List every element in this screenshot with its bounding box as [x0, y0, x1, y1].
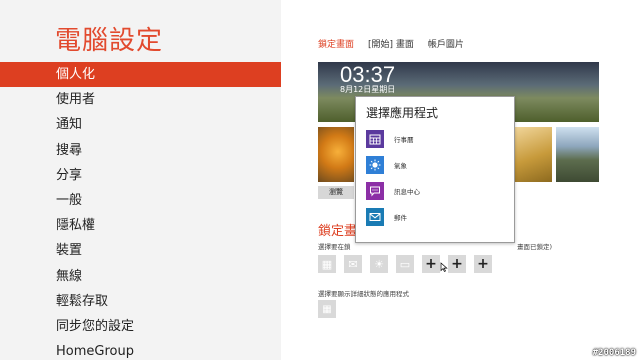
settings-sidebar: 電腦設定 個人化 使用者 通知 搜尋 分享 一般 隱私權 裝置 無線 輕鬆存取 … — [0, 0, 281, 360]
tab-account-picture[interactable]: 帳戶圖片 — [428, 37, 464, 50]
add-app-slot[interactable]: + — [422, 255, 440, 273]
lock-screen-date: 8月12日星期日 — [340, 85, 396, 94]
flyout-title: 選擇應用程式 — [366, 106, 439, 120]
calendar-icon: ▦ — [321, 257, 333, 271]
lock-app-slots: ▦ ✉ ☀ ▭ + + + — [318, 255, 492, 273]
tab-start-screen[interactable]: [開始] 畫面 — [368, 37, 414, 50]
calendar-slot[interactable]: ▦ — [318, 255, 336, 273]
weather-icon: ☀ — [374, 257, 384, 271]
detailed-status-app-slot[interactable]: ▦ — [318, 300, 336, 318]
flyout-item-calendar[interactable]: 行事曆 — [366, 128, 506, 150]
personalize-tabs: 鎖定畫面 [開始] 畫面 帳戶圖片 — [318, 37, 464, 50]
nav-item-notifications[interactable]: 通知 — [0, 112, 281, 137]
nav-item-ease-of-access[interactable]: 輕鬆存取 — [0, 289, 281, 314]
calendar-icon: ▦ — [322, 303, 332, 315]
tab-lock-screen[interactable]: 鎖定畫面 — [318, 37, 354, 50]
lock-screen-apps-heading: 鎖定畫 — [318, 224, 358, 239]
add-app-slot[interactable]: + — [448, 255, 466, 273]
pc-settings-window: 電腦設定 個人化 使用者 通知 搜尋 分享 一般 隱私權 裝置 無線 輕鬆存取 … — [0, 0, 640, 360]
flyout-item-label: 行事曆 — [394, 136, 414, 144]
choose-app-flyout: 選擇應用程式 行事曆 氣象 訊息中心 郵件 — [355, 96, 515, 243]
lock-screen-apps-description: 選擇要在鎖 — [318, 243, 351, 251]
plus-icon: + — [451, 256, 463, 272]
nav-item-users[interactable]: 使用者 — [0, 87, 281, 112]
mail-slot[interactable]: ✉ — [344, 255, 362, 273]
nav-item-wireless[interactable]: 無線 — [0, 264, 281, 289]
weather-icon — [366, 156, 384, 174]
nav-item-share[interactable]: 分享 — [0, 163, 281, 188]
watermark: #2006189 — [592, 348, 636, 358]
messaging-icon — [366, 182, 384, 200]
lock-screen-apps-description-tail: 畫面已鎖定) — [517, 243, 553, 251]
weather-slot[interactable]: ☀ — [370, 255, 388, 273]
nav-item-search[interactable]: 搜尋 — [0, 138, 281, 163]
background-thumbnail[interactable] — [318, 127, 354, 182]
flyout-item-label: 訊息中心 — [394, 188, 420, 196]
nav-item-sync-settings[interactable]: 同步您的設定 — [0, 314, 281, 339]
detailed-status-description: 選擇要顯示詳細狀態的應用程式 — [318, 290, 409, 298]
background-thumbnail[interactable] — [556, 127, 599, 182]
flyout-item-weather[interactable]: 氣象 — [366, 154, 506, 176]
plus-icon: + — [425, 256, 437, 272]
nav-item-privacy[interactable]: 隱私權 — [0, 213, 281, 238]
settings-nav: 個人化 使用者 通知 搜尋 分享 一般 隱私權 裝置 無線 輕鬆存取 同步您的設… — [0, 62, 281, 360]
flyout-item-label: 郵件 — [394, 214, 407, 222]
calendar-icon — [366, 130, 384, 148]
nav-item-devices[interactable]: 裝置 — [0, 238, 281, 263]
nav-item-homegroup[interactable]: HomeGroup — [0, 339, 281, 360]
mail-icon: ✉ — [348, 257, 358, 271]
messaging-slot[interactable]: ▭ — [396, 255, 414, 273]
mouse-cursor-icon — [440, 262, 448, 272]
background-thumbnail[interactable] — [514, 127, 552, 182]
flyout-item-label: 氣象 — [394, 162, 407, 170]
nav-item-personalize[interactable]: 個人化 — [0, 62, 281, 88]
messaging-icon: ▭ — [399, 257, 411, 271]
app-title: 電腦設定 — [55, 26, 164, 56]
add-app-slot[interactable]: + — [474, 255, 492, 273]
nav-item-general[interactable]: 一般 — [0, 188, 281, 213]
mail-icon — [366, 208, 384, 226]
flyout-item-messaging[interactable]: 訊息中心 — [366, 180, 506, 202]
plus-icon: + — [477, 256, 489, 272]
browse-button[interactable]: 瀏覽 — [318, 186, 354, 199]
flyout-item-mail[interactable]: 郵件 — [366, 206, 506, 228]
